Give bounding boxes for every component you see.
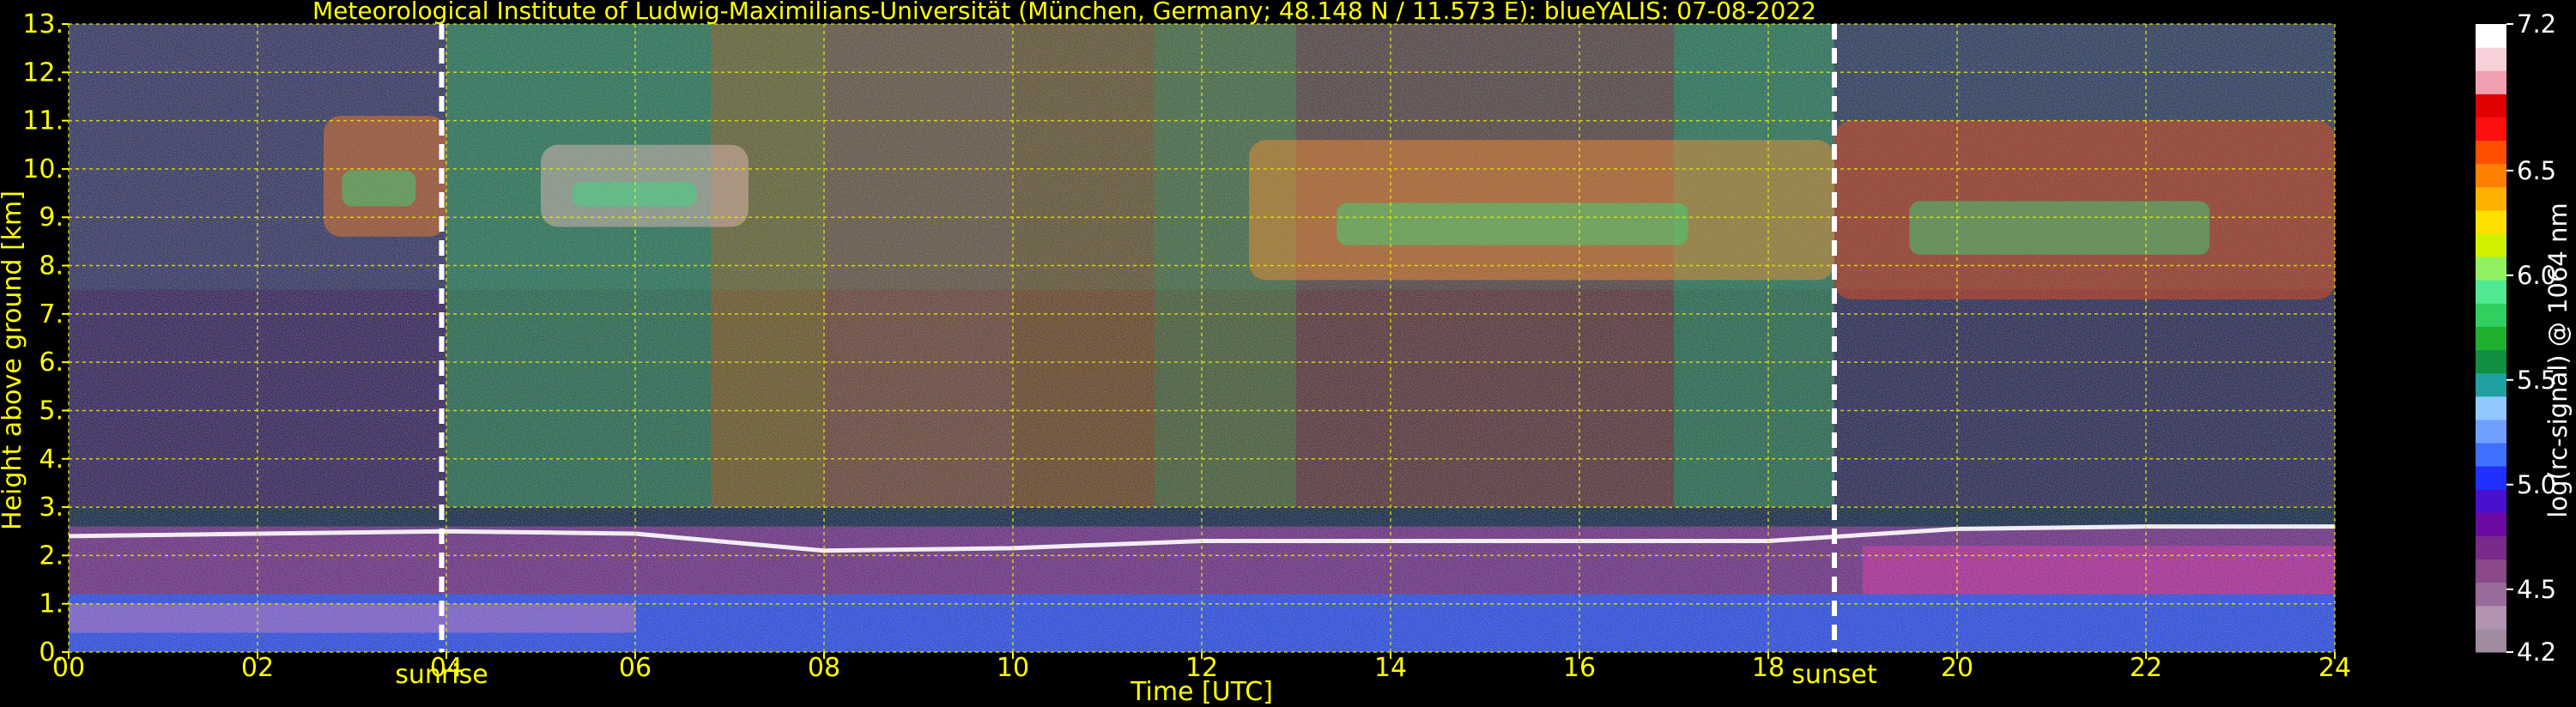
colorbar-swatch (2476, 466, 2506, 490)
marker-sunset-label: sunset (1791, 660, 1877, 690)
x-tick-label: 06 (619, 653, 652, 683)
x-tick-label: 10 (997, 653, 1029, 683)
cirrus-core (342, 170, 416, 207)
cirrus-core (1909, 201, 2210, 255)
y-tick-label: 3. (39, 492, 64, 523)
colorbar (2476, 24, 2506, 653)
x-tick-label: 04 (430, 653, 463, 683)
x-tick-label: 22 (2130, 653, 2162, 683)
x-tick-label: 18 (1752, 653, 1785, 683)
colorbar-tick-label: 4.2 (2517, 638, 2556, 667)
x-tick-label: 14 (1374, 653, 1407, 683)
colorbar-tick-label: 6.5 (2517, 156, 2556, 185)
colorbar-swatch (2476, 280, 2506, 304)
y-tick-label: 1. (39, 589, 64, 619)
y-tick-label: 0. (39, 638, 64, 668)
y-tick-label: 13. (22, 9, 64, 39)
x-axis-label: Time [UTC] (1130, 677, 1273, 707)
colorbar-swatch (2476, 70, 2506, 94)
colorbar-swatch (2476, 163, 2506, 188)
x-tick-label: 08 (808, 653, 840, 683)
cirrus-core (572, 181, 697, 207)
colorbar-swatch (2476, 186, 2506, 211)
x-tick-label: 16 (1563, 653, 1596, 683)
colorbar-swatch (2476, 396, 2506, 420)
colorbar-swatch (2476, 303, 2506, 327)
y-tick-label: 12. (22, 57, 64, 88)
lidar-chart: sunrise sunset 00 02 04 06 08 10 12 14 16 18 20 22 24… (0, 0, 2573, 707)
colorbar-tick-label: 7.2 (2517, 9, 2556, 39)
chart-title: Meteorological Institute of Ludwig-Maxim… (312, 0, 1816, 25)
x-tick-label: 20 (1941, 653, 1973, 683)
y-tick-label: 7. (39, 299, 64, 329)
y-tick-label: 10. (22, 154, 64, 184)
colorbar-swatch (2476, 349, 2506, 374)
colorbar-swatch (2476, 582, 2506, 607)
colorbar-swatch (2476, 559, 2506, 583)
colorbar-swatch (2476, 47, 2506, 71)
colorbar-swatch (2476, 257, 2506, 281)
colorbar-swatch (2476, 209, 2506, 234)
y-axis-label: Height above ground [km] (0, 190, 27, 530)
colorbar-swatch (2476, 489, 2506, 513)
colorbar-swatch (2476, 117, 2506, 142)
colorbar-swatch (2476, 140, 2506, 165)
colorbar-tick-label: 4.5 (2517, 575, 2556, 604)
colorbar-swatch (2476, 94, 2506, 118)
colorbar-swatch (2476, 535, 2506, 560)
colorbar-label: log(rc-signal) @ 1064 nm (2543, 202, 2573, 517)
colorbar-swatch (2476, 628, 2506, 653)
x-tick-label: 02 (241, 653, 274, 683)
y-tick-label: 2. (39, 541, 64, 571)
colorbar-swatch (2476, 24, 2506, 48)
cirrus-core (1336, 202, 1688, 245)
colorbar-swatch (2476, 605, 2506, 630)
plot-area (68, 24, 2335, 652)
y-axis: 0. 1. 2. 3. 4. 5. 6. 7. 8. 9. 10. 11. 12. 13. (22, 9, 69, 668)
y-tick-label: 6. (39, 347, 64, 378)
colorbar-swatch (2476, 512, 2506, 536)
colorbar-swatch (2476, 233, 2506, 257)
colorbar-swatch (2476, 419, 2506, 444)
colorbar-swatch (2476, 443, 2506, 467)
y-tick-label: 11. (22, 106, 64, 136)
colorbar-swatch (2476, 326, 2506, 351)
colorbar-swatch (2476, 372, 2506, 397)
y-tick-label: 4. (39, 444, 64, 474)
y-tick-label: 5. (39, 396, 64, 426)
x-tick-label: 24 (2318, 653, 2351, 683)
y-tick-label: 8. (39, 251, 64, 281)
y-tick-label: 9. (39, 202, 64, 233)
